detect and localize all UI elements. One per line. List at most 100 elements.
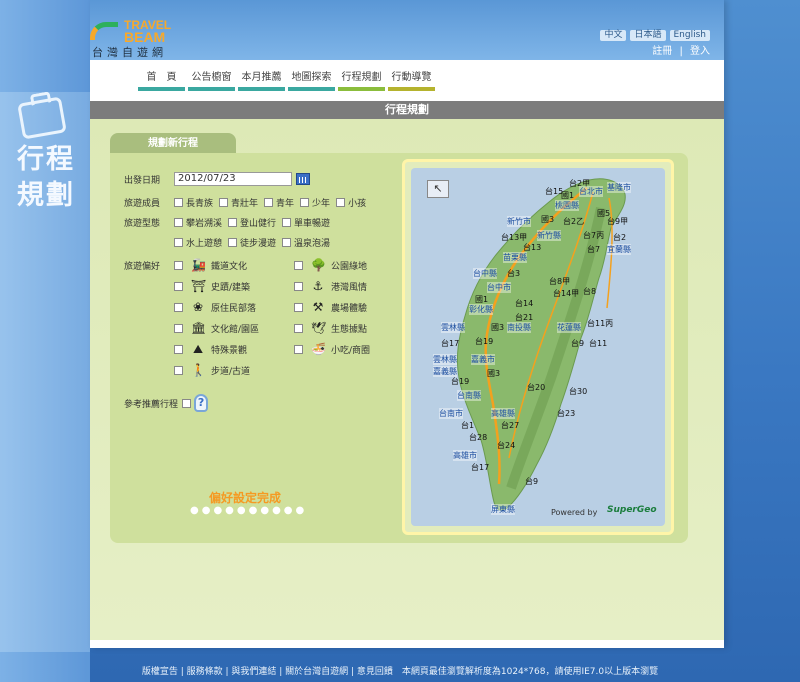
type-option-label: 徒步漫遊 [240,238,277,249]
help-question-icon[interactable]: ? [194,394,209,412]
map-label: 台23 [557,409,576,418]
calendar-icon[interactable] [296,173,310,185]
preferences-done-button[interactable]: 偏好設定完成 [190,489,300,506]
checkbox[interactable] [336,197,346,207]
member-label: 青壯年 [231,198,259,209]
pref-tribe[interactable]: ❀ 原住民部落 [174,298,294,316]
pref-railway[interactable]: 🚂 鐵道文化 [174,256,294,274]
pref-option-label: 文化館/園區 [211,324,260,335]
nav-mobile-guide-label: 行動導覽 [391,72,432,83]
checkbox[interactable] [300,197,310,207]
type-checkbox[interactable]: 單車暢遊 [282,216,330,229]
checkbox[interactable] [228,217,238,227]
language-switcher: 中文 日本語 English [600,30,710,41]
nav-bar [388,87,435,91]
member-checkbox[interactable]: 青壯年 [219,196,258,209]
map-label: 國3 [487,369,501,378]
register-link[interactable]: 註冊 [652,46,672,57]
nav-monthly-label: 本月推薦 [241,72,282,83]
checkbox[interactable] [294,302,303,312]
pref-harbor[interactable]: ⚓ 港灣風情 [294,277,414,295]
pref-heritage[interactable]: ⛩ 史蹟/建築 [174,277,294,295]
landscape-icon: ⛰ [192,341,204,356]
type-checkbox[interactable]: 徒步漫遊 [228,236,276,249]
checkbox[interactable] [282,237,292,247]
checkbox[interactable] [174,197,183,207]
lang-ja-button[interactable]: 日本語 [630,30,666,41]
type-row-1: 旅遊型態 攀岩溯溪 登山健行 單車暢遊 [124,212,414,232]
checkbox[interactable] [282,217,292,227]
pref-option-label: 原住民部落 [211,303,257,314]
logo-en-line2: BEAM [124,29,166,45]
recommend-label: 參考推薦行程 [124,399,179,410]
pref-farm[interactable]: ⚒ 農場體驗 [294,298,414,316]
type-checkbox[interactable]: 攀岩溯溪 [174,216,222,229]
tab-new-trip[interactable]: 規劃新行程 [110,133,236,155]
checkbox[interactable] [174,260,183,270]
lang-zh-button[interactable]: 中文 [600,30,627,41]
member-checkbox[interactable]: 小孩 [336,196,366,209]
nav-map[interactable]: 地圖探索 [288,68,335,91]
map-label: 彰化縣 [469,304,493,315]
map-label: 台2 [613,233,627,242]
nav-bar [238,87,285,91]
content-area: 規劃新行程 出發日期 2012/07/23 旅遊成員 長青族 青壯年 青年 少年… [90,119,724,640]
type-checkbox[interactable]: 登山健行 [228,216,276,229]
nav-announcements[interactable]: 公告櫥窗 [188,68,235,91]
map-frame: ↖ 台2甲 台15 國1 台北市 基隆市 桃園縣 國5 新竹市 國3 台2乙 台… [402,159,674,535]
map-label: 雲林縣 [441,322,465,333]
lang-en-button[interactable]: English [669,30,710,41]
map-label: 台27 [501,421,520,430]
map-label: 屏東縣 [491,504,515,515]
login-link[interactable]: 登入 [690,46,710,57]
logo[interactable]: TRAVEL BEAM 台灣自遊網 [90,18,230,60]
map-label: 台30 [569,387,588,396]
type-checkbox[interactable]: 溫泉泡湯 [282,236,330,249]
nav-home[interactable]: 首 頁 [138,68,185,91]
pref-landscape[interactable]: ⛰ 特殊景觀 [174,340,294,358]
checkbox[interactable] [228,237,238,247]
checkbox[interactable] [174,302,183,312]
map-label: 台17 [471,463,490,472]
checkbox[interactable] [174,281,183,291]
checkbox[interactable] [264,197,274,207]
map-label: 宜蘭縣 [607,244,631,255]
logo-swoosh-icon [90,22,118,40]
recommend-checkbox[interactable] [182,398,192,408]
pref-park[interactable]: 🌳 公園綠地 [294,256,414,274]
museum-icon: 🏛 [191,321,207,335]
checkbox[interactable] [174,237,183,247]
nav-monthly[interactable]: 本月推薦 [238,68,285,91]
pref-ecology[interactable]: 🕊 生態據點 [294,319,414,337]
member-checkbox[interactable]: 少年 [300,196,330,209]
map-label: 嘉義市 [471,354,495,365]
pref-museum[interactable]: 🏛 文化館/園區 [174,319,294,337]
date-input[interactable]: 2012/07/23 [174,172,292,186]
planner-form: 出發日期 2012/07/23 旅遊成員 長青族 青壯年 青年 少年 小孩 旅遊… [124,169,414,413]
nav-trip-planning[interactable]: 行程規劃 [338,68,385,91]
checkbox[interactable] [294,260,303,270]
checkbox[interactable] [294,323,303,333]
checkbox[interactable] [294,281,303,291]
checkbox[interactable] [219,197,229,207]
checkbox[interactable] [174,365,183,375]
pref-food[interactable]: 🍜 小吃/商圈 [294,340,414,358]
checkbox[interactable] [174,344,183,354]
type-checkbox[interactable]: 水上遊憩 [174,236,222,249]
member-checkbox[interactable]: 青年 [264,196,294,209]
nav-mobile-guide[interactable]: 行動導覽 [388,68,435,91]
checkbox[interactable] [174,323,183,333]
taiwan-map[interactable]: ↖ 台2甲 台15 國1 台北市 基隆市 桃園縣 國5 新竹市 國3 台2乙 台… [411,168,665,526]
powered-by: Powered by [551,508,598,517]
map-label: 雲林縣 [433,354,457,365]
type-label: 旅遊型態 [124,218,161,229]
checkbox[interactable] [294,344,303,354]
checkbox[interactable] [174,217,183,227]
pref-trail[interactable]: 🚶 步道/古道 [174,361,294,379]
members-label: 旅遊成員 [124,198,161,209]
map-label: 台11 [589,339,608,348]
map-label: 台20 [527,383,546,392]
map-pointer-tool-icon[interactable]: ↖ [427,180,449,198]
member-checkbox[interactable]: 長青族 [174,196,213,209]
type-option-label: 水上遊憩 [186,238,223,249]
